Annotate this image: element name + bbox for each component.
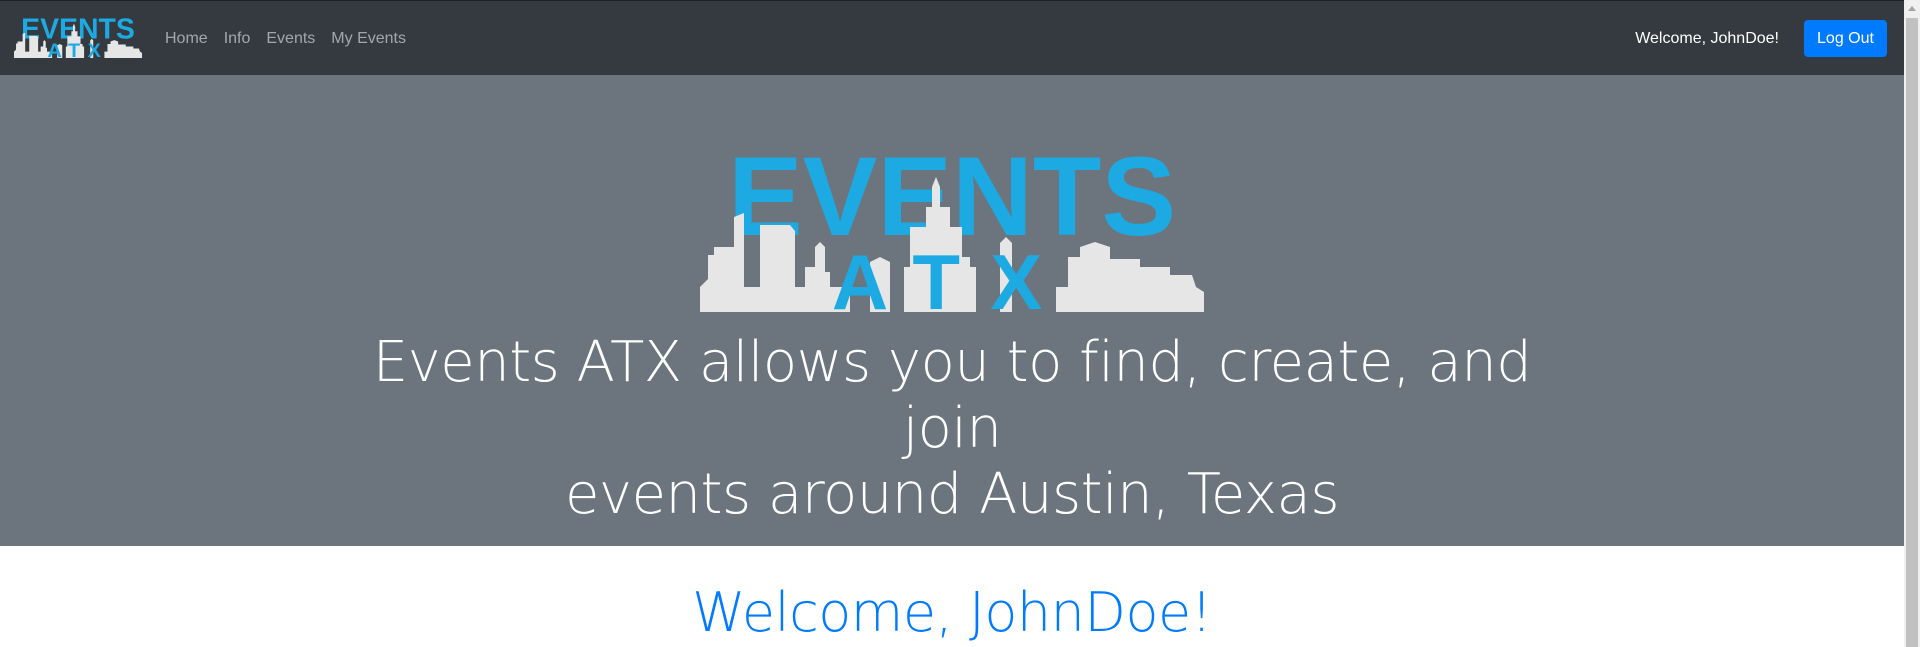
scrollbar-thumb[interactable] (1906, 18, 1918, 647)
hero-jumbotron: EVENTS ATX Events ATX allows you to find… (0, 75, 1904, 546)
hero-tagline-line-1: Events ATX allows you to find, create, a… (372, 330, 1532, 461)
vertical-scrollbar[interactable] (1904, 0, 1920, 647)
welcome-heading: Welcome, JohnDoe! (692, 581, 1212, 644)
nav-link-my-events[interactable]: My Events (331, 30, 406, 48)
hero-tagline: Events ATX allows you to find, create, a… (352, 330, 1552, 528)
nav-link-events[interactable]: Events (266, 30, 315, 48)
nav-links: Home Info Events My Events (165, 1, 422, 76)
scroll-up-arrow-icon[interactable] (1904, 0, 1920, 16)
nav-link-info[interactable]: Info (224, 30, 251, 48)
logout-button[interactable]: Log Out (1804, 20, 1887, 57)
svg-text:ATX: ATX (832, 238, 1072, 312)
nav-link-home[interactable]: Home (165, 30, 208, 48)
hero-tagline-line-2: events around Austin, Texas (564, 462, 1340, 527)
navbar-welcome-text: Welcome, JohnDoe! (1635, 30, 1779, 47)
events-atx-hero-logo: EVENTS ATX (700, 147, 1204, 312)
svg-text:ATX: ATX (48, 40, 109, 61)
events-atx-logo[interactable]: EVENTS ATX (14, 13, 142, 61)
navbar: EVENTS ATX Home Info Events My Events We… (0, 0, 1904, 75)
